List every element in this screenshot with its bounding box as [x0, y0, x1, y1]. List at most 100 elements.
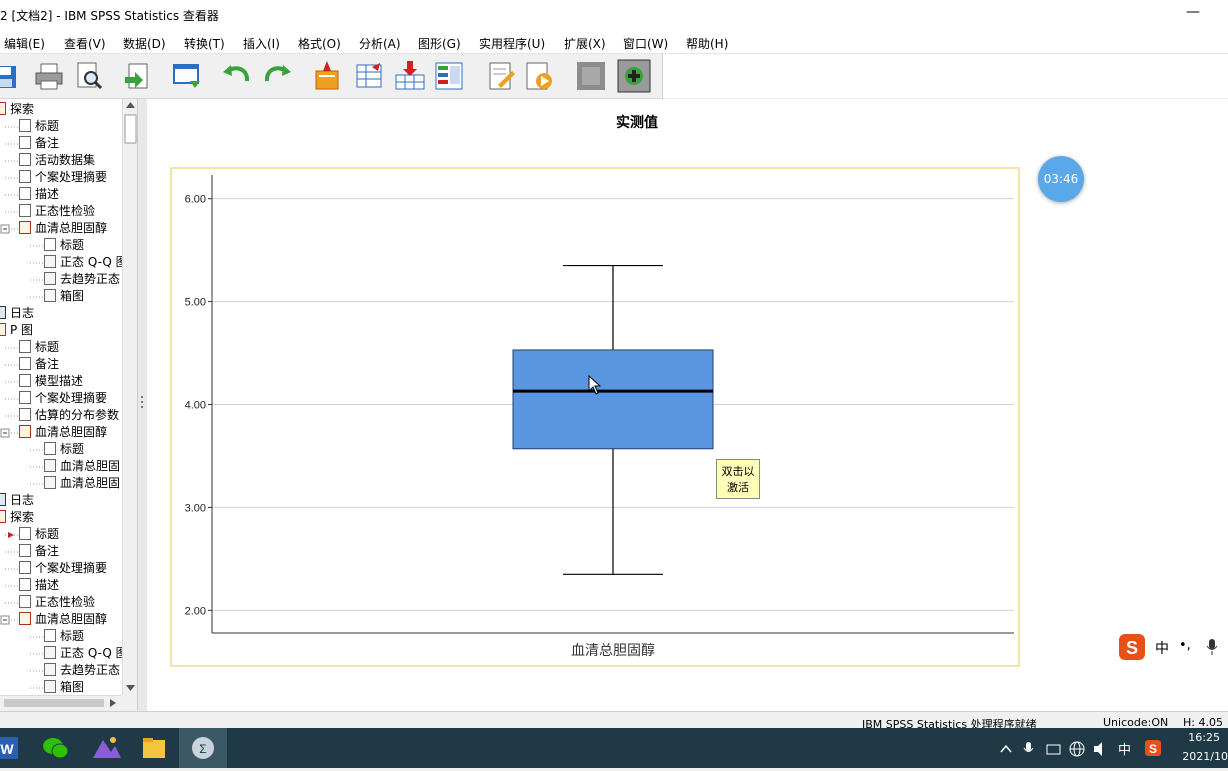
- print-preview-icon[interactable]: [72, 59, 106, 93]
- menu-window[interactable]: 窗口(W): [623, 35, 668, 52]
- insert-variable-icon[interactable]: [393, 59, 427, 93]
- word-icon[interactable]: W: [0, 728, 34, 768]
- outline-item[interactable]: 血清总胆固醇: [19, 611, 107, 628]
- outline-item[interactable]: 标题: [44, 628, 84, 645]
- goto-data-icon[interactable]: [310, 59, 344, 93]
- outline-item-label: 标题: [35, 340, 60, 354]
- file-explorer-icon[interactable]: [130, 728, 178, 768]
- svg-text:Σ: Σ: [199, 742, 206, 756]
- table-icon: [19, 578, 31, 591]
- outline-item[interactable]: 正态性检验: [19, 594, 95, 611]
- outline-item[interactable]: 活动数据集: [19, 152, 95, 169]
- undo-icon[interactable]: [220, 59, 254, 93]
- photos-icon[interactable]: [81, 728, 129, 768]
- title-icon: [19, 119, 31, 132]
- outline-item[interactable]: 正态性检验: [19, 203, 95, 220]
- menu-transform[interactable]: 转换(T): [184, 35, 225, 52]
- menu-format[interactable]: 格式(O): [298, 35, 341, 52]
- spss-icon[interactable]: Σ: [179, 728, 227, 768]
- clock-time[interactable]: 16:25: [1188, 731, 1220, 744]
- clock-date[interactable]: 2021/10: [1182, 750, 1228, 763]
- run-script-icon[interactable]: [522, 59, 556, 93]
- outline-item[interactable]: 估算的分布参数: [19, 407, 119, 424]
- outline-item[interactable]: 标题: [19, 339, 59, 356]
- menu-extensions[interactable]: 扩展(X): [564, 35, 606, 52]
- outline-item-label: P 图: [10, 323, 34, 337]
- outline-item[interactable]: 日志: [0, 492, 34, 509]
- edit-output-icon[interactable]: [484, 59, 518, 93]
- outline-item[interactable]: 描述: [19, 577, 59, 594]
- outline-item-label: 模型描述: [35, 374, 84, 388]
- outline-item[interactable]: 描述: [19, 186, 59, 203]
- outline-item[interactable]: 血清总胆固醇: [19, 220, 107, 237]
- menu-insert[interactable]: 插入(I): [243, 35, 280, 52]
- outline-item[interactable]: 个案处理摘要: [19, 169, 107, 186]
- outline-horizontal-scrollbar[interactable]: [0, 695, 122, 710]
- chart-icon: [44, 663, 56, 676]
- menu-analyze[interactable]: 分析(A): [359, 35, 401, 52]
- menu-help[interactable]: 帮助(H): [686, 35, 728, 52]
- menu-graphs[interactable]: 图形(G): [418, 35, 461, 52]
- outline-item[interactable]: 标题: [44, 441, 84, 458]
- recall-dialog-icon[interactable]: [170, 59, 204, 93]
- ime-toolbar[interactable]: S 中 •,: [1117, 632, 1228, 662]
- redo-icon[interactable]: [260, 59, 294, 93]
- outline-item-label: 正态性检验: [35, 204, 96, 218]
- svg-text:S: S: [1126, 638, 1138, 658]
- outline-item[interactable]: 备注: [19, 356, 59, 373]
- outline-item[interactable]: 箱图: [44, 288, 84, 305]
- table-icon: [19, 595, 31, 608]
- outline-item[interactable]: 探索: [0, 101, 34, 118]
- sogou-logo-icon: S: [1119, 634, 1145, 660]
- recording-timer[interactable]: 03:46: [1038, 156, 1084, 202]
- outline-item[interactable]: 去趋势正态: [44, 271, 120, 288]
- variables-icon[interactable]: [432, 59, 466, 93]
- outline-item[interactable]: 模型描述: [19, 373, 83, 390]
- boxplot-chart[interactable]: 2.00 3.00 4.00 5.00 6.00 血清总胆固醇: [170, 167, 1020, 667]
- outline-item[interactable]: 日志: [0, 305, 34, 322]
- system-tray-icons[interactable]: [1000, 740, 1110, 758]
- menu-view[interactable]: 查看(V): [64, 35, 106, 52]
- outline-item[interactable]: P 图: [0, 322, 33, 339]
- outline-item[interactable]: 血清总胆固: [44, 475, 120, 492]
- wechat-icon[interactable]: [32, 728, 80, 768]
- designate-window-icon[interactable]: [617, 59, 651, 93]
- table-icon: [19, 561, 31, 574]
- menu-edit[interactable]: 编辑(E): [4, 35, 45, 52]
- iqr-box: [512, 349, 714, 450]
- outline-item[interactable]: 正态 Q-Q 图: [44, 645, 122, 662]
- outline-item[interactable]: 去趋势正态: [44, 662, 120, 679]
- outline-item[interactable]: 正态 Q-Q 图: [44, 254, 122, 271]
- menu-data[interactable]: 数据(D): [123, 35, 166, 52]
- outline-item[interactable]: 个案处理摘要: [19, 390, 107, 407]
- outline-item-label: 箱图: [60, 289, 85, 303]
- outline-item[interactable]: 标题: [19, 526, 59, 543]
- outline-item[interactable]: 血清总胆固: [44, 458, 120, 475]
- outline-item[interactable]: 标题: [44, 237, 84, 254]
- outline-item[interactable]: 探索: [0, 509, 34, 526]
- print-icon[interactable]: [32, 59, 66, 93]
- outline-vertical-scrollbar[interactable]: [122, 99, 138, 695]
- goto-case-icon[interactable]: [352, 59, 386, 93]
- menu-utilities[interactable]: 实用程序(U): [479, 35, 545, 52]
- ime-punct[interactable]: •,: [1179, 638, 1191, 653]
- y-tick-label: 5.00: [185, 297, 206, 309]
- save-icon[interactable]: [0, 59, 22, 93]
- outline-item[interactable]: 箱图: [44, 679, 84, 695]
- outline-item-label: 个案处理摘要: [35, 170, 108, 184]
- ime-mode[interactable]: 中: [1155, 638, 1169, 658]
- minimize-button[interactable]: —: [1186, 4, 1200, 20]
- outline-item[interactable]: 备注: [19, 135, 59, 152]
- hide-icon[interactable]: [574, 59, 608, 93]
- outline-item[interactable]: 个案处理摘要: [19, 560, 107, 577]
- export-icon[interactable]: [121, 59, 155, 93]
- outline-item[interactable]: 标题: [19, 118, 59, 135]
- outline-item[interactable]: 血清总胆固醇: [19, 424, 107, 441]
- title-icon: [44, 442, 56, 455]
- table-icon: [19, 391, 31, 404]
- tray-ime-indicator[interactable]: 中: [1118, 739, 1131, 758]
- microphone-icon[interactable]: [1205, 638, 1219, 656]
- y-tick-label: 4.00: [185, 400, 206, 412]
- sogou-tray-icon[interactable]: S: [1144, 739, 1162, 757]
- outline-item[interactable]: 备注: [19, 543, 59, 560]
